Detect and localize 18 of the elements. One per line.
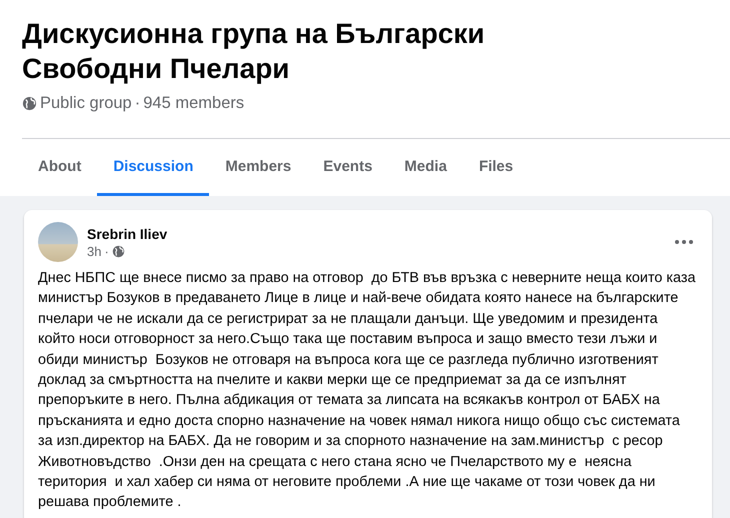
author-name[interactable]: Srebrin Iliev xyxy=(87,226,661,242)
separator-dot: · xyxy=(134,94,140,113)
group-tab[interactable]: Discussion xyxy=(97,139,210,196)
group-title: Дискусионна група на Български Свободни Пчелари xyxy=(22,17,486,86)
globe-icon xyxy=(112,244,125,258)
separator-dot: · xyxy=(104,244,109,258)
more-dots-icon xyxy=(674,239,694,245)
group-tab[interactable]: Members xyxy=(209,139,308,196)
avatar-photo-placeholder xyxy=(38,222,78,262)
member-count: 945 members xyxy=(143,94,244,113)
group-tab[interactable]: Files xyxy=(462,139,530,196)
group-tab[interactable]: Events xyxy=(307,139,388,196)
post-text: Днес НБПС ще внесе писмо за право на отговор до БТВ във връзка с неверните неща които каза министър Бозуков в предаването Лице в лице и най-вече обидата която нанесе на българските пчелари че не искали да се регистрират за не плащали данъци. Ще уведомим и президента който носи отговорност за него.Също така ще поставим въпроса и защо вместо тези лъжи и обиди министър Бозуков не отговаря на въпроса кога ще се разгледа публично изготвеният доклад за смъртността на пчелите и какви мерки ще се предприемат за да се изпълнят препоръките в него. Пълна абдикация от темата за липсата на всякакъв контрол от БАБХ на пръсканията и едно доста спорно назначение на човек нямал никога нищо общо със системата за изп.директор на БАБХ. Да не говорим и за спорното назначение на зам.министър с ресор Животновъдство .Онзи ден на срещата с него стана ясно че Пчеларството му е неясна територия и хал хабер си няма от неговите проблеми .А ние ще чакаме от този човек да ни решава проблемите . xyxy=(38,269,696,512)
group-tab[interactable]: Media xyxy=(388,139,463,196)
post-time[interactable]: 3h xyxy=(87,244,102,258)
globe-icon xyxy=(22,96,37,111)
group-tab[interactable]: About xyxy=(22,139,98,196)
group-privacy: Public group xyxy=(40,94,132,113)
